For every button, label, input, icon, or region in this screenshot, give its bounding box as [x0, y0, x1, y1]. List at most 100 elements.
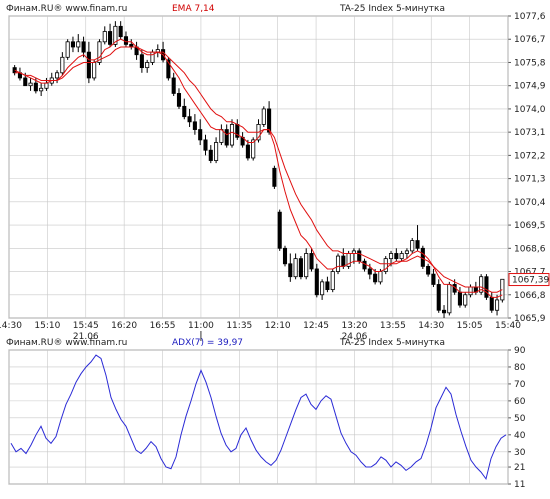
adx-y-label: 90 — [514, 346, 526, 356]
candle-body — [65, 41, 70, 58]
main-y-label: 1068,6 — [514, 244, 546, 254]
candle-body — [367, 268, 372, 275]
adx-y-label: 60 — [514, 397, 526, 407]
candle-body — [309, 253, 314, 270]
candle-body — [182, 105, 187, 118]
candle-body — [404, 250, 409, 254]
candle — [261, 106, 266, 127]
candle-body — [457, 291, 462, 306]
time-label: 11:00 — [188, 321, 214, 331]
candle-body — [139, 54, 144, 69]
main-y-label: 1074,9 — [514, 82, 546, 92]
candle-body — [203, 139, 208, 151]
price-chart: 1077,6 1076,7 1075,8 1074,9 1074,0 1073,1 1072… — [0, 12, 550, 490]
last-price-label: 1067,39 — [512, 276, 549, 286]
candle-body — [39, 87, 44, 92]
candle — [484, 274, 489, 300]
candle-body — [102, 31, 107, 43]
candle-body — [330, 271, 335, 291]
candle-body — [484, 276, 489, 298]
candle-body — [394, 253, 399, 260]
candle-body — [192, 121, 197, 130]
main-header-instrument: TA-25 Index 5-минутка — [340, 4, 445, 14]
adx-header-instrument: TA-25 Index 5-минутка — [340, 338, 445, 348]
candle-body — [28, 82, 33, 87]
candle — [410, 237, 415, 254]
candle-body — [108, 31, 113, 45]
candle-body — [426, 265, 431, 275]
time-label: 15:40 — [495, 321, 521, 331]
candle-body — [44, 82, 49, 89]
adx-y-label: 70 — [514, 380, 526, 390]
candle — [277, 209, 282, 251]
time-label: 13:20 — [341, 321, 367, 331]
candle-body — [495, 299, 500, 311]
main-y-label: 1069,5 — [514, 221, 546, 231]
candle-body — [357, 250, 362, 262]
candle-body — [341, 255, 346, 267]
candle-body — [431, 273, 436, 285]
candle-body — [55, 72, 60, 79]
candle-body — [373, 273, 378, 283]
main-y-label: 1072,2 — [514, 151, 546, 161]
main-header-indicator: EMA 7,14 — [172, 4, 215, 14]
candle-body — [314, 268, 319, 296]
candle — [436, 279, 441, 313]
candle-body — [145, 62, 150, 69]
candle — [463, 292, 468, 308]
candle-body — [463, 294, 468, 306]
main-y-label: 1070,4 — [514, 198, 546, 208]
candle — [272, 165, 277, 189]
candle-body — [420, 247, 425, 267]
candle-body — [261, 108, 266, 125]
candle-body — [362, 260, 367, 270]
candle — [330, 268, 335, 293]
candle-body — [76, 41, 81, 48]
candle-body — [489, 296, 494, 311]
candle-body — [176, 93, 182, 107]
main-header-source: Финам.RU® www.finam.ru — [6, 4, 128, 14]
candle — [420, 245, 425, 269]
candle-body — [293, 258, 298, 278]
candle — [500, 278, 505, 303]
adx-y-label: 11 — [514, 480, 525, 490]
main-y-label: 1075,8 — [514, 58, 546, 68]
candle — [314, 263, 319, 298]
candle — [298, 256, 303, 280]
candle-body — [81, 41, 86, 53]
candle-body — [282, 247, 288, 265]
time-label: 13:55 — [380, 321, 406, 331]
candle-body — [123, 36, 129, 45]
candle — [65, 39, 70, 60]
candle-body — [171, 77, 176, 94]
adx-y-label: 80 — [514, 363, 526, 373]
adx-y-label: 30 — [514, 448, 526, 458]
candle — [447, 281, 452, 316]
candle-body — [441, 309, 447, 314]
candle-body — [410, 240, 415, 252]
chart-window: 1077,6 1076,7 1075,8 1074,9 1074,0 1073,1 1072… — [0, 0, 550, 499]
candle-body — [208, 149, 213, 161]
adx-header-source: Финам.RU® www.finam.ru — [6, 338, 128, 348]
candle-body — [219, 129, 224, 143]
candle-body — [436, 284, 441, 311]
time-label: 12:10 — [265, 321, 291, 331]
candle-body — [298, 258, 303, 278]
time-label: 15:05 — [457, 321, 483, 331]
main-y-label: 1076,7 — [514, 35, 546, 45]
time-label: 14:30 — [0, 321, 22, 331]
adx-y-label: 40 — [514, 431, 526, 441]
time-label: 15:10 — [34, 321, 60, 331]
main-y-label: 1077,6 — [514, 12, 546, 22]
candle — [335, 253, 341, 275]
candle-body — [118, 25, 123, 38]
candle-body — [33, 82, 38, 92]
candle-body — [229, 124, 235, 146]
adx-y-label: 21 — [514, 463, 525, 473]
time-label: 14:30 — [418, 321, 444, 331]
main-y-label: 1074,0 — [514, 105, 546, 115]
main-y-label: 1071,3 — [514, 175, 546, 185]
candle-body — [468, 286, 473, 296]
candle-body — [320, 281, 325, 296]
candle-body — [267, 108, 272, 133]
